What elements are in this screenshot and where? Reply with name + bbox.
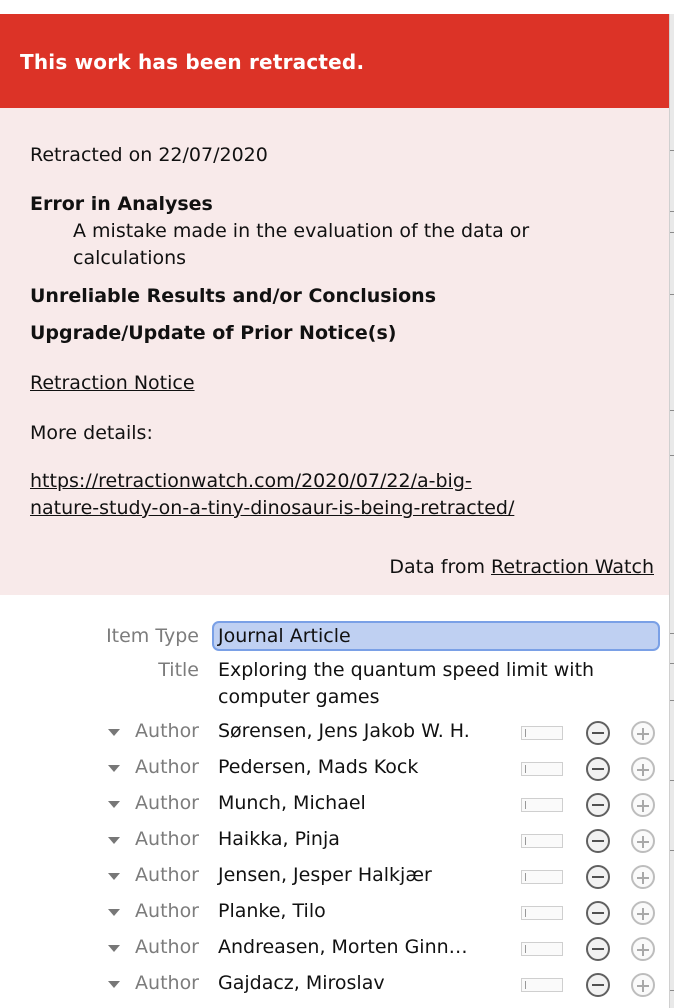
name-mode-switch[interactable] (521, 978, 563, 992)
reason-title: Unreliable Results and/or Conclusions (30, 285, 437, 307)
name-mode-switch[interactable] (521, 906, 563, 920)
remove-author-icon[interactable] (586, 973, 610, 997)
author-row: Author Planke, Tilo (0, 896, 670, 930)
retraction-banner: This work has been retracted. (0, 14, 670, 108)
author-label[interactable]: Author (135, 972, 199, 994)
data-source: Data from Retraction Watch (389, 554, 654, 581)
add-author-icon[interactable] (631, 829, 655, 853)
title-row: Title Exploring the quantum speed limit … (0, 655, 670, 708)
author-row: Author Sørensen, Jens Jakob W. H. (0, 716, 670, 750)
name-mode-switch[interactable] (521, 762, 563, 776)
item-type-value: Journal Article (218, 625, 351, 647)
name-mode-switch[interactable] (521, 834, 563, 848)
author-row: Author Haikka, Pinja (0, 824, 670, 858)
creator-type-menu-icon[interactable] (108, 909, 120, 916)
author-label[interactable]: Author (135, 756, 199, 778)
author-row: Author Jensen, Jesper Halkjær (0, 860, 670, 894)
author-name[interactable]: Planke, Tilo (218, 900, 326, 922)
creator-type-menu-icon[interactable] (108, 981, 120, 988)
remove-author-icon[interactable] (586, 937, 610, 961)
remove-author-icon[interactable] (586, 757, 610, 781)
author-name[interactable]: Pedersen, Mads Kock (218, 756, 418, 778)
remove-author-icon[interactable] (586, 829, 610, 853)
retraction-date: Retracted on 22/07/2020 (30, 144, 268, 166)
add-author-icon[interactable] (631, 793, 655, 817)
add-author-icon[interactable] (631, 937, 655, 961)
retraction-watch-link[interactable]: Retraction Watch (491, 556, 654, 578)
creator-type-menu-icon[interactable] (108, 837, 120, 844)
remove-author-icon[interactable] (586, 865, 610, 889)
title-value[interactable]: computer games (218, 686, 379, 708)
remove-author-icon[interactable] (586, 721, 610, 745)
details-url-link[interactable]: https://retractionwatch.com/2020/07/22/a… (30, 468, 472, 495)
retraction-notice-panel: Retracted on 22/07/2020 Error in Analyse… (0, 108, 670, 595)
name-mode-switch[interactable] (521, 726, 563, 740)
author-label[interactable]: Author (135, 828, 199, 850)
author-name[interactable]: Sørensen, Jens Jakob W. H. (218, 720, 470, 742)
creator-type-menu-icon[interactable] (108, 873, 120, 880)
author-row: Author Gajdacz, Miroslav (0, 968, 670, 1002)
author-name[interactable]: Gajdacz, Miroslav (218, 972, 385, 994)
author-name[interactable]: Haikka, Pinja (218, 828, 340, 850)
title-label: Title (158, 659, 199, 681)
name-mode-switch[interactable] (521, 870, 563, 884)
remove-author-icon[interactable] (586, 901, 610, 925)
reason-title: Upgrade/Update of Prior Notice(s) (30, 322, 397, 344)
add-author-icon[interactable] (631, 721, 655, 745)
author-label[interactable]: Author (135, 792, 199, 814)
author-row: Author Andreasen, Morten Ginn… (0, 932, 670, 966)
author-label[interactable]: Author (135, 936, 199, 958)
name-mode-switch[interactable] (521, 942, 563, 956)
retraction-notice-link[interactable]: Retraction Notice (30, 370, 195, 397)
window-top-strip (0, 0, 674, 14)
details-url-link[interactable]: nature-study-on-a-tiny-dinosaur-is-being… (30, 495, 514, 522)
reason-title: Error in Analyses (30, 193, 213, 215)
author-name[interactable]: Munch, Michael (218, 792, 366, 814)
add-author-icon[interactable] (631, 973, 655, 997)
add-author-icon[interactable] (631, 757, 655, 781)
reason-description: calculations (73, 247, 187, 269)
remove-author-icon[interactable] (586, 793, 610, 817)
item-fields-pane: Item Type Journal Article Title Explorin… (0, 595, 670, 1008)
name-mode-switch[interactable] (521, 798, 563, 812)
author-label[interactable]: Author (135, 900, 199, 922)
more-details-label: More details: (30, 422, 153, 444)
window-right-edge (669, 14, 674, 1008)
author-label[interactable]: Author (135, 720, 199, 742)
creator-type-menu-icon[interactable] (108, 801, 120, 808)
creator-type-menu-icon[interactable] (108, 729, 120, 736)
author-row: Author Munch, Michael (0, 788, 670, 822)
author-name[interactable]: Jensen, Jesper Halkjær (218, 864, 432, 886)
reason-description: A mistake made in the evaluation of the … (73, 220, 530, 242)
creator-type-menu-icon[interactable] (108, 765, 120, 772)
title-value[interactable]: Exploring the quantum speed limit with (218, 659, 594, 681)
author-label[interactable]: Author (135, 864, 199, 886)
item-type-label: Item Type (106, 625, 199, 647)
author-row: Author Pedersen, Mads Kock (0, 752, 670, 786)
author-name[interactable]: Andreasen, Morten Ginn… (218, 936, 468, 958)
creator-type-menu-icon[interactable] (108, 945, 120, 952)
add-author-icon[interactable] (631, 901, 655, 925)
add-author-icon[interactable] (631, 865, 655, 889)
retraction-banner-text: This work has been retracted. (20, 50, 365, 74)
data-from-label: Data from (389, 556, 485, 578)
